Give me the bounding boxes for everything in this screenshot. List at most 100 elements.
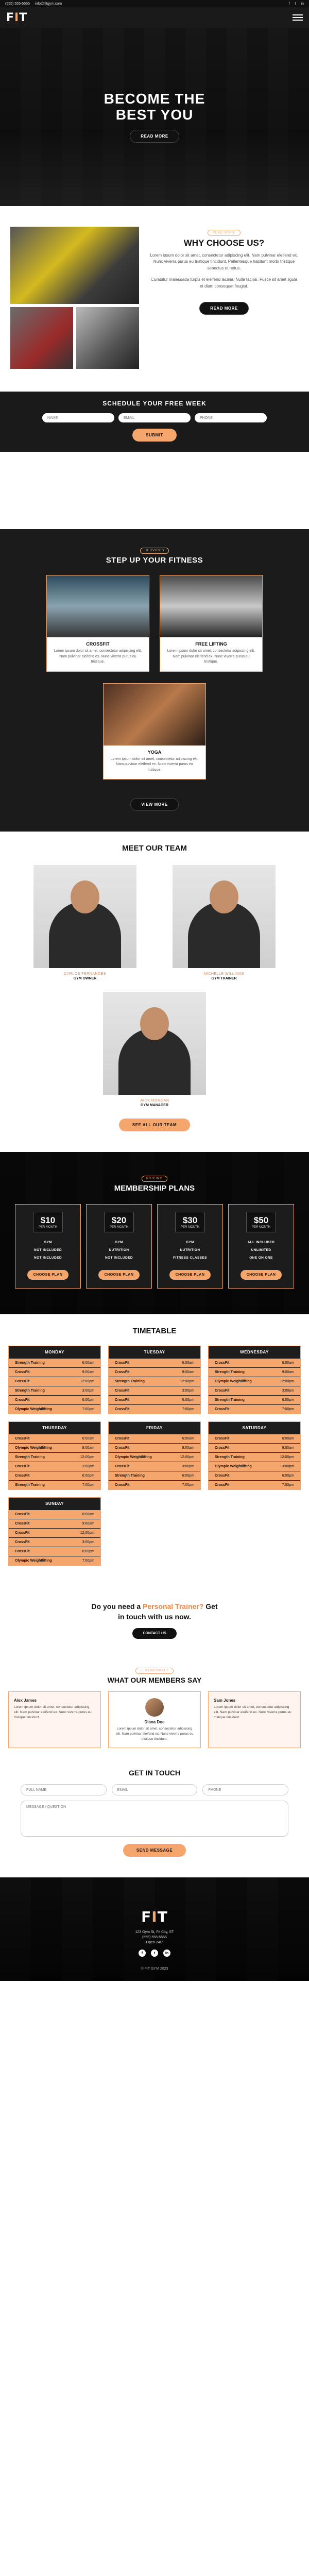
choose-plan-button[interactable]: CHOOSE PLAN bbox=[240, 1270, 282, 1280]
twitter-icon[interactable]: t bbox=[151, 1950, 158, 1957]
class-time: 6:00pm bbox=[282, 1474, 294, 1478]
email-input[interactable]: EMAIL bbox=[111, 1784, 198, 1796]
class-time: 12:00pm bbox=[280, 1455, 294, 1459]
submit-button[interactable]: SUBMIT bbox=[132, 429, 177, 442]
view-more-button[interactable]: VIEW MORE bbox=[130, 798, 179, 811]
timetable-row: CrossFit 3:00pm bbox=[9, 1537, 100, 1547]
see-all-team-button[interactable]: SEE ALL OUR TEAM bbox=[118, 1118, 191, 1131]
timetable-row: CrossFit 6:00pm bbox=[9, 1471, 100, 1480]
plan-card: $20 PER MONTH GYM NUTRITION NOT INCLUDED … bbox=[86, 1204, 152, 1289]
send-message-button[interactable]: SEND MESSAGE bbox=[123, 1844, 186, 1857]
choose-plan-button[interactable]: CHOOSE PLAN bbox=[169, 1270, 211, 1280]
timetable-row: CrossFit 12:00pm bbox=[9, 1528, 100, 1537]
timetable-row: CrossFit 7:00pm bbox=[109, 1404, 200, 1414]
footer-hours: Open 24/7 bbox=[146, 1941, 163, 1945]
testimonial-text: Lorem ipsum dolor sit amet, consectetur … bbox=[14, 1705, 92, 1719]
footer-address: 123 Gym St, Fit City, ST bbox=[135, 1930, 174, 1935]
testimonial-name: Diana Doe bbox=[144, 1720, 165, 1725]
facebook-icon[interactable]: f bbox=[139, 1950, 146, 1957]
logo[interactable]: FIT bbox=[6, 11, 27, 24]
footer-phone[interactable]: (555) 555-5555 bbox=[10, 1936, 299, 1939]
email-text[interactable]: info@fitgym.com bbox=[35, 2, 62, 6]
full-name-input[interactable]: FULL NAME bbox=[21, 1784, 107, 1796]
timetable-day-card: FRIDAY CrossFit 6:00am CrossFit 9:00am Olympi… bbox=[108, 1421, 201, 1490]
timetable-row: CrossFit 3:00pm bbox=[9, 1462, 100, 1471]
class-time: 7:00pm bbox=[282, 1483, 294, 1487]
class-name: CrossFit bbox=[215, 1437, 230, 1440]
class-time: 3:00pm bbox=[282, 1465, 294, 1468]
class-name: Strength Training bbox=[15, 1389, 45, 1393]
class-time: 3:00pm bbox=[182, 1465, 194, 1468]
instagram-icon[interactable]: in bbox=[163, 1950, 170, 1957]
testimonial-name: Alex James bbox=[14, 1698, 37, 1703]
timetable-row: CrossFit 3:00pm bbox=[209, 1386, 300, 1395]
choose-plan-button[interactable]: CHOOSE PLAN bbox=[27, 1270, 69, 1280]
about-paragraph: Lorem ipsum dolor sit amet, consectetur … bbox=[150, 253, 298, 270]
services-section: SERVICES STEP UP YOUR FITNESS CROSSFIT L… bbox=[0, 529, 309, 832]
class-name: CrossFit bbox=[115, 1408, 130, 1411]
plans-title: MEMBERSHIP PLANS bbox=[114, 1184, 195, 1193]
services-title: STEP UP YOUR FITNESS bbox=[106, 556, 203, 565]
class-time: 9:00am bbox=[282, 1446, 294, 1450]
class-time: 12:00pm bbox=[80, 1455, 94, 1459]
class-name: Strength Training bbox=[15, 1483, 45, 1487]
footer-logo[interactable]: FIT bbox=[10, 1908, 299, 1925]
class-time: 7:00pm bbox=[182, 1408, 194, 1411]
day-header: SUNDAY bbox=[45, 1501, 64, 1506]
hero-read-more-button[interactable]: READ MORE bbox=[130, 130, 179, 143]
facebook-icon[interactable]: f bbox=[289, 2, 290, 6]
member-name: MICHELLE WILLIAMS bbox=[203, 972, 245, 976]
email-input[interactable]: EMAIL bbox=[118, 413, 191, 422]
phone-input[interactable]: PHONE bbox=[202, 1784, 289, 1796]
team-member-card[interactable]: MICHELLE WILLIAMS GYM TRAINER bbox=[173, 865, 276, 980]
timetable-row: Strength Training 6:00am bbox=[9, 1358, 100, 1367]
testimonial-card: Diana Doe Lorem ipsum dolor sit amet, co… bbox=[108, 1691, 201, 1749]
about-read-more-button[interactable]: READ MORE bbox=[199, 301, 249, 315]
class-name: CrossFit bbox=[15, 1522, 30, 1526]
class-name: CrossFit bbox=[115, 1437, 130, 1440]
class-name: CrossFit bbox=[115, 1361, 130, 1365]
timetable-row: CrossFit 7:00pm bbox=[209, 1480, 300, 1489]
phone-text[interactable]: (555) 555-5555 bbox=[5, 2, 30, 6]
class-name: Strength Training bbox=[215, 1370, 245, 1374]
plan-feature: NOT INCLUDED bbox=[34, 1256, 62, 1260]
timetable-row: Strength Training 12:00pm bbox=[9, 1452, 100, 1462]
class-time: 6:00am bbox=[282, 1437, 294, 1440]
twitter-icon[interactable]: t bbox=[295, 2, 296, 6]
testimonial-name: Sam Jones bbox=[214, 1698, 236, 1703]
team-member-card[interactable]: JACK MORGAN GYM MANAGER bbox=[103, 992, 206, 1107]
message-textarea[interactable]: MESSAGE / QUESTION bbox=[21, 1801, 288, 1837]
gym-photo bbox=[10, 227, 139, 304]
testimonial-card: Sam Jones Lorem ipsum dolor sit amet, co… bbox=[208, 1691, 301, 1749]
timetable-title: TIMETABLE bbox=[132, 1327, 177, 1335]
testimonial-text: Lorem ipsum dolor sit amet, consectetur … bbox=[214, 1705, 291, 1719]
plan-price: $30 PER MONTH bbox=[175, 1212, 205, 1232]
section-tag: PRICING bbox=[141, 1176, 167, 1182]
timetable-row: Strength Training 3:00pm bbox=[9, 1386, 100, 1395]
trainer-cta-title: Do you need a Personal Trainer? Get in t… bbox=[91, 1602, 218, 1621]
service-card[interactable]: CROSSFIT Lorem ipsum dolor sit amet, con… bbox=[46, 575, 149, 672]
contact-us-button[interactable]: CONTACT US bbox=[132, 1628, 177, 1639]
class-time: 9:00am bbox=[82, 1522, 94, 1526]
timetable-row: CrossFit 3:00pm bbox=[109, 1386, 200, 1395]
team-member-card[interactable]: CARLOS FERNANDES GYM OWNER bbox=[33, 865, 136, 980]
class-time: 7:00pm bbox=[282, 1408, 294, 1411]
name-input[interactable]: NAME bbox=[42, 413, 114, 422]
instagram-icon[interactable]: in bbox=[301, 2, 304, 6]
day-header: SATURDAY bbox=[242, 1426, 267, 1430]
navbar: FIT bbox=[0, 7, 309, 28]
service-card[interactable]: FREE LIFTING Lorem ipsum dolor sit amet,… bbox=[160, 575, 263, 672]
timetable-row: CrossFit 6:00am bbox=[209, 1358, 300, 1367]
timetable-row: Olympic Weightlifting 7:00pm bbox=[9, 1404, 100, 1414]
class-time: 3:00pm bbox=[182, 1389, 194, 1393]
choose-plan-button[interactable]: CHOOSE PLAN bbox=[98, 1270, 140, 1280]
day-header: THURSDAY bbox=[42, 1426, 67, 1430]
plan-card: $10 PER MONTH GYM NOT INCLUDED NOT INCLUD… bbox=[15, 1204, 81, 1289]
timetable-row: Olympic Weightlifting 7:00pm bbox=[9, 1556, 100, 1565]
menu-icon[interactable] bbox=[293, 14, 303, 21]
plan-price: $50 PER MONTH bbox=[246, 1212, 276, 1232]
plan-feature: UNLIMITED bbox=[251, 1248, 271, 1252]
class-name: CrossFit bbox=[215, 1483, 230, 1487]
phone-input[interactable]: PHONE bbox=[195, 413, 267, 422]
service-card[interactable]: YOGA Lorem ipsum dolor sit amet, consect… bbox=[103, 683, 206, 779]
